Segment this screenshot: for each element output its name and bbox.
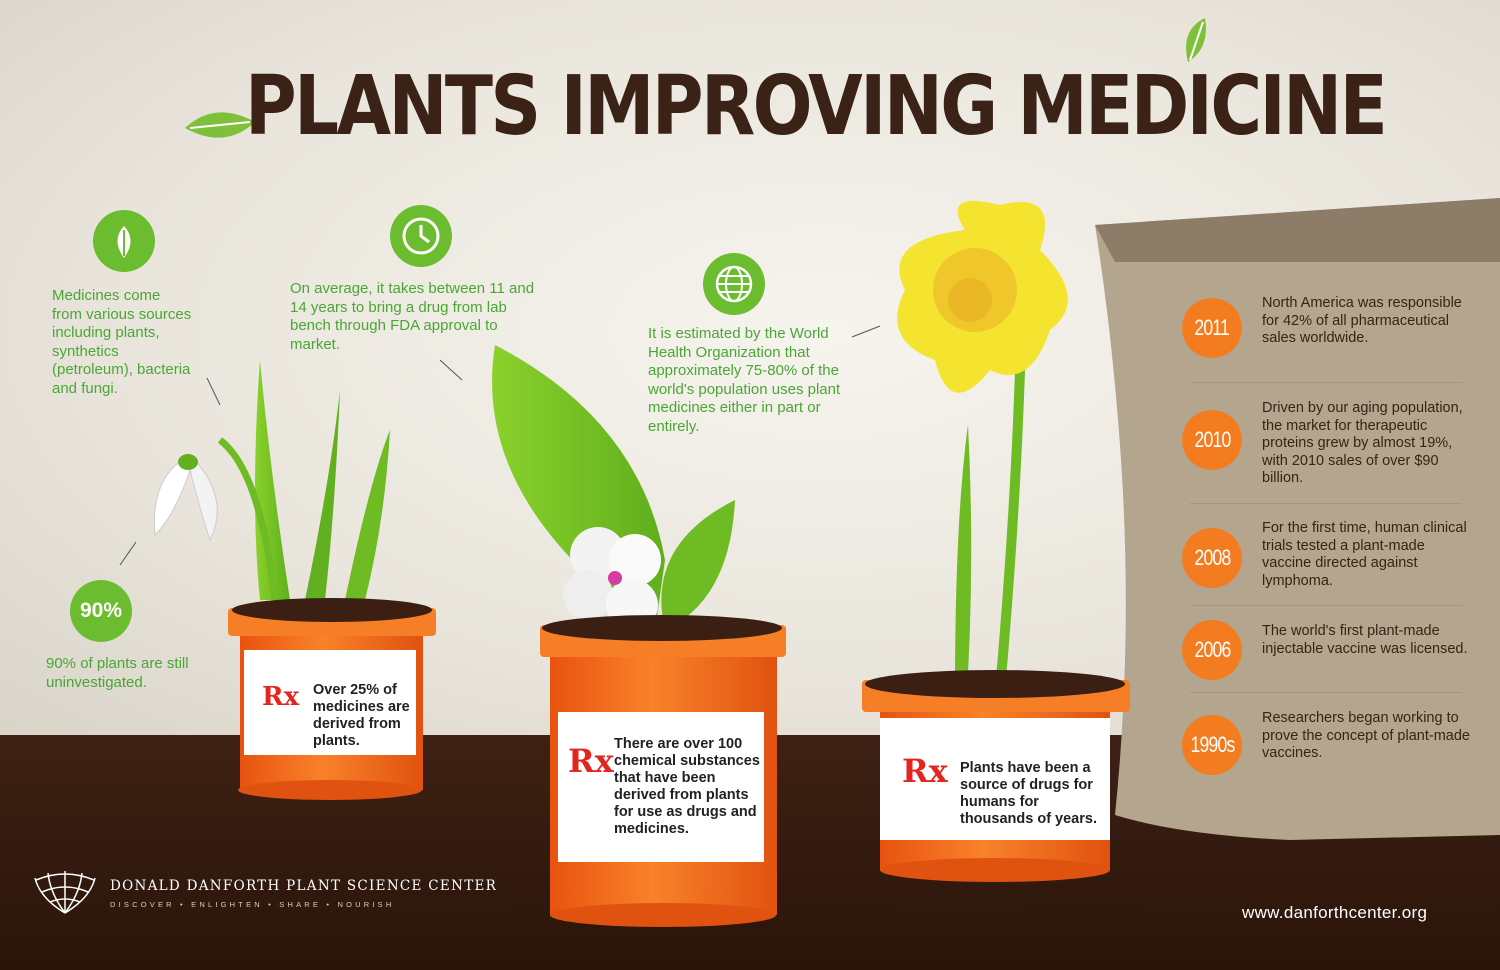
leaf-icon <box>93 210 155 272</box>
leaf-decoration-right <box>1186 18 1206 62</box>
fact-years: On average, it takes between 11 and 14 y… <box>290 280 535 353</box>
pot-3-text: Plants have been a source of drugs for h… <box>960 760 1097 827</box>
timeline-text-1990s: Researchers began working to prove the c… <box>1262 710 1470 761</box>
timeline-text-2008: For the first time, human clinical trial… <box>1262 520 1467 589</box>
daffodil-plant <box>897 200 1068 691</box>
timeline-text-2006: The world's first plant-made injectable … <box>1262 623 1468 657</box>
fact-sources: Medicines come from various sources incl… <box>52 287 192 397</box>
year-badge-2010: 2010 <box>1182 410 1242 470</box>
timeline-divider <box>1190 382 1462 383</box>
clock-icon <box>390 205 452 267</box>
pot-1-text: Over 25% of medicines are derived from p… <box>313 682 410 749</box>
year-badge-1990s: 1990s <box>1182 715 1242 775</box>
stat-badge: 90% <box>70 580 132 642</box>
rx-symbol-1: Rx <box>262 682 300 712</box>
timeline-text-2010: Driven by our aging population, the mark… <box>1262 400 1463 486</box>
org-name: DONALD DANFORTH PLANT SCIENCE CENTER <box>110 878 498 894</box>
org-tagline: DISCOVER • ENLIGHTEN • SHARE • NOURISH <box>110 900 395 909</box>
timeline-divider <box>1190 692 1462 693</box>
fact-stat: 90% of plants are still uninvestigated. <box>46 655 189 691</box>
fact-who: It is estimated by the World Health Orga… <box>648 325 841 435</box>
globe-icon <box>703 253 765 315</box>
pot-2-text: There are over 100 chemical substances t… <box>614 736 760 837</box>
website-link[interactable]: www.danforthcenter.org <box>1242 903 1427 923</box>
year-badge-2011: 2011 <box>1182 298 1242 358</box>
stat-badge-text: 90% <box>79 599 123 622</box>
year-badge-2008: 2008 <box>1182 528 1242 588</box>
timeline-divider <box>1190 605 1462 606</box>
rx-symbol-3: Rx <box>902 752 948 790</box>
timeline-text-2011: North America was responsible for 42% of… <box>1262 295 1462 346</box>
rx-symbol-2: Rx <box>568 742 614 780</box>
page-title: PLANTS IMPROVING MEDICINE <box>245 59 1388 154</box>
year-badge-2006: 2006 <box>1182 620 1242 680</box>
danforth-logo-icon <box>34 871 96 914</box>
timeline-divider <box>1190 503 1462 504</box>
